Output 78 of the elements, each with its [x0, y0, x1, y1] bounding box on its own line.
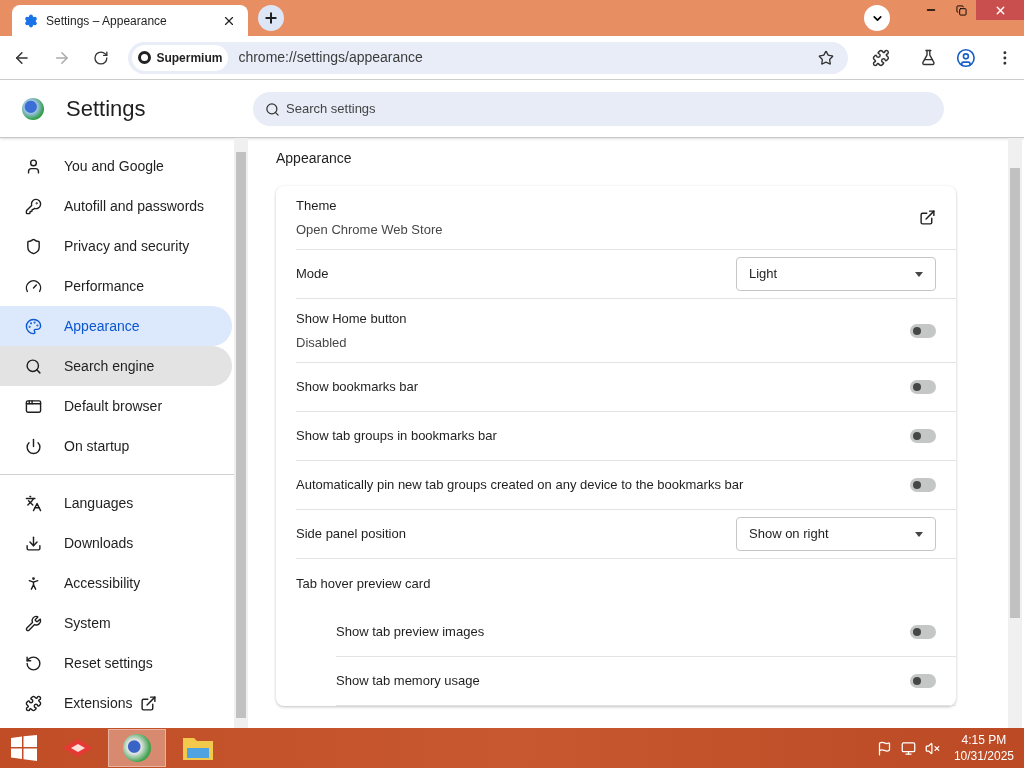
- setting-label: Theme: [296, 197, 338, 215]
- external-link-icon[interactable]: [919, 209, 936, 226]
- url-text: chrome://settings/appearance: [238, 48, 424, 67]
- flag-icon[interactable]: [876, 740, 892, 756]
- settings-logo-icon: [22, 97, 44, 120]
- sidebar-item[interactable]: Accessibility: [0, 563, 232, 603]
- power-icon: [25, 437, 42, 455]
- setting-label: Show tab preview images: [336, 623, 485, 642]
- setting-label: Show bookmarks bar: [296, 378, 419, 397]
- dropdown[interactable]: Show on right: [736, 517, 936, 551]
- puzzle-icon: [25, 694, 42, 712]
- sidebar-item[interactable]: Appearance: [0, 306, 232, 346]
- sidebar-item[interactable]: Reset settings: [0, 643, 232, 683]
- toggle-switch[interactable]: [910, 380, 936, 394]
- palette-icon: [25, 317, 42, 335]
- page-scrollbar[interactable]: [1008, 138, 1022, 728]
- translate-icon: [25, 494, 42, 512]
- sidebar-item[interactable]: On startup: [0, 426, 232, 466]
- toggle-switch[interactable]: [910, 323, 936, 338]
- setting-label: Side panel position: [296, 525, 406, 544]
- toggle-switch[interactable]: [910, 674, 936, 688]
- setting-label: Show tab memory usage: [336, 672, 480, 691]
- browser-taskbar-button[interactable]: [108, 729, 166, 767]
- sidebar-item[interactable]: Languages: [0, 483, 232, 523]
- sidebar-item[interactable]: Privacy and security: [0, 226, 232, 266]
- site-chip[interactable]: Supermium: [132, 44, 229, 71]
- sidebar-item[interactable]: Performance: [0, 266, 232, 306]
- reset-icon: [25, 654, 42, 672]
- reload-icon[interactable]: [92, 49, 109, 66]
- download-icon: [25, 534, 42, 552]
- wrench-icon: [25, 614, 42, 632]
- sidebar-item[interactable]: Extensions: [0, 683, 232, 723]
- setting-label: Show Home button: [296, 310, 407, 328]
- browser-logo-icon: [138, 51, 152, 64]
- clock[interactable]: 4:15 PM 10/31/2025: [953, 732, 1014, 764]
- setting-label: Show tab groups in bookmarks bar: [296, 427, 497, 446]
- plus-icon: [263, 10, 279, 26]
- profile-icon[interactable]: [956, 47, 977, 68]
- toggle-switch[interactable]: [910, 478, 936, 492]
- puzzle-icon[interactable]: [871, 48, 890, 67]
- search-field[interactable]: Search settings: [253, 91, 944, 126]
- star-icon[interactable]: [817, 49, 834, 66]
- gauge-icon: [25, 277, 42, 295]
- sidebar-item[interactable]: Search engine: [0, 346, 232, 386]
- window-icon: [25, 397, 42, 415]
- person-icon: [25, 157, 42, 175]
- sidebar-item[interactable]: System: [0, 603, 232, 643]
- sidebar-item[interactable]: Default browser: [0, 386, 232, 426]
- setting-description: Disabled: [296, 333, 348, 352]
- shield-icon: [25, 237, 42, 255]
- sidebar-item[interactable]: Downloads: [0, 523, 232, 563]
- address-bar[interactable]: Supermium chrome://settings/appearance: [128, 41, 848, 74]
- network-icon[interactable]: [900, 740, 916, 756]
- sidebar-item[interactable]: You and Google: [0, 146, 232, 186]
- setting-label: Tab hover preview card: [296, 574, 431, 593]
- section-title: Appearance: [276, 149, 353, 168]
- key-icon: [25, 197, 42, 215]
- windows-logo-icon[interactable]: [11, 735, 37, 761]
- browser-tab[interactable]: Settings – Appearance: [12, 5, 248, 36]
- page-title: Settings: [66, 95, 147, 123]
- gear-icon: [24, 13, 38, 28]
- search-icon: [265, 101, 280, 117]
- search-icon: [25, 357, 42, 375]
- flask-icon[interactable]: [919, 49, 937, 66]
- browser-logo-icon: [123, 734, 151, 762]
- toggle-switch[interactable]: [910, 429, 936, 443]
- setting-label: Mode: [296, 265, 329, 284]
- muted-speaker-icon[interactable]: [924, 740, 940, 756]
- tab-search-button[interactable]: [864, 5, 890, 31]
- new-tab-button[interactable]: [258, 5, 284, 31]
- dropdown[interactable]: Light: [736, 257, 936, 291]
- setting-description: Open Chrome Web Store: [296, 220, 443, 239]
- sidebar-scrollbar[interactable]: [234, 138, 248, 728]
- restore-icon[interactable]: [955, 4, 967, 16]
- external-link-icon: [140, 694, 158, 712]
- sidebar-item[interactable]: Autofill and passwords: [0, 186, 232, 226]
- toggle-switch[interactable]: [910, 625, 936, 639]
- setting-label: Automatically pin new tab groups created on any device to the bookmarks bar: [296, 476, 744, 495]
